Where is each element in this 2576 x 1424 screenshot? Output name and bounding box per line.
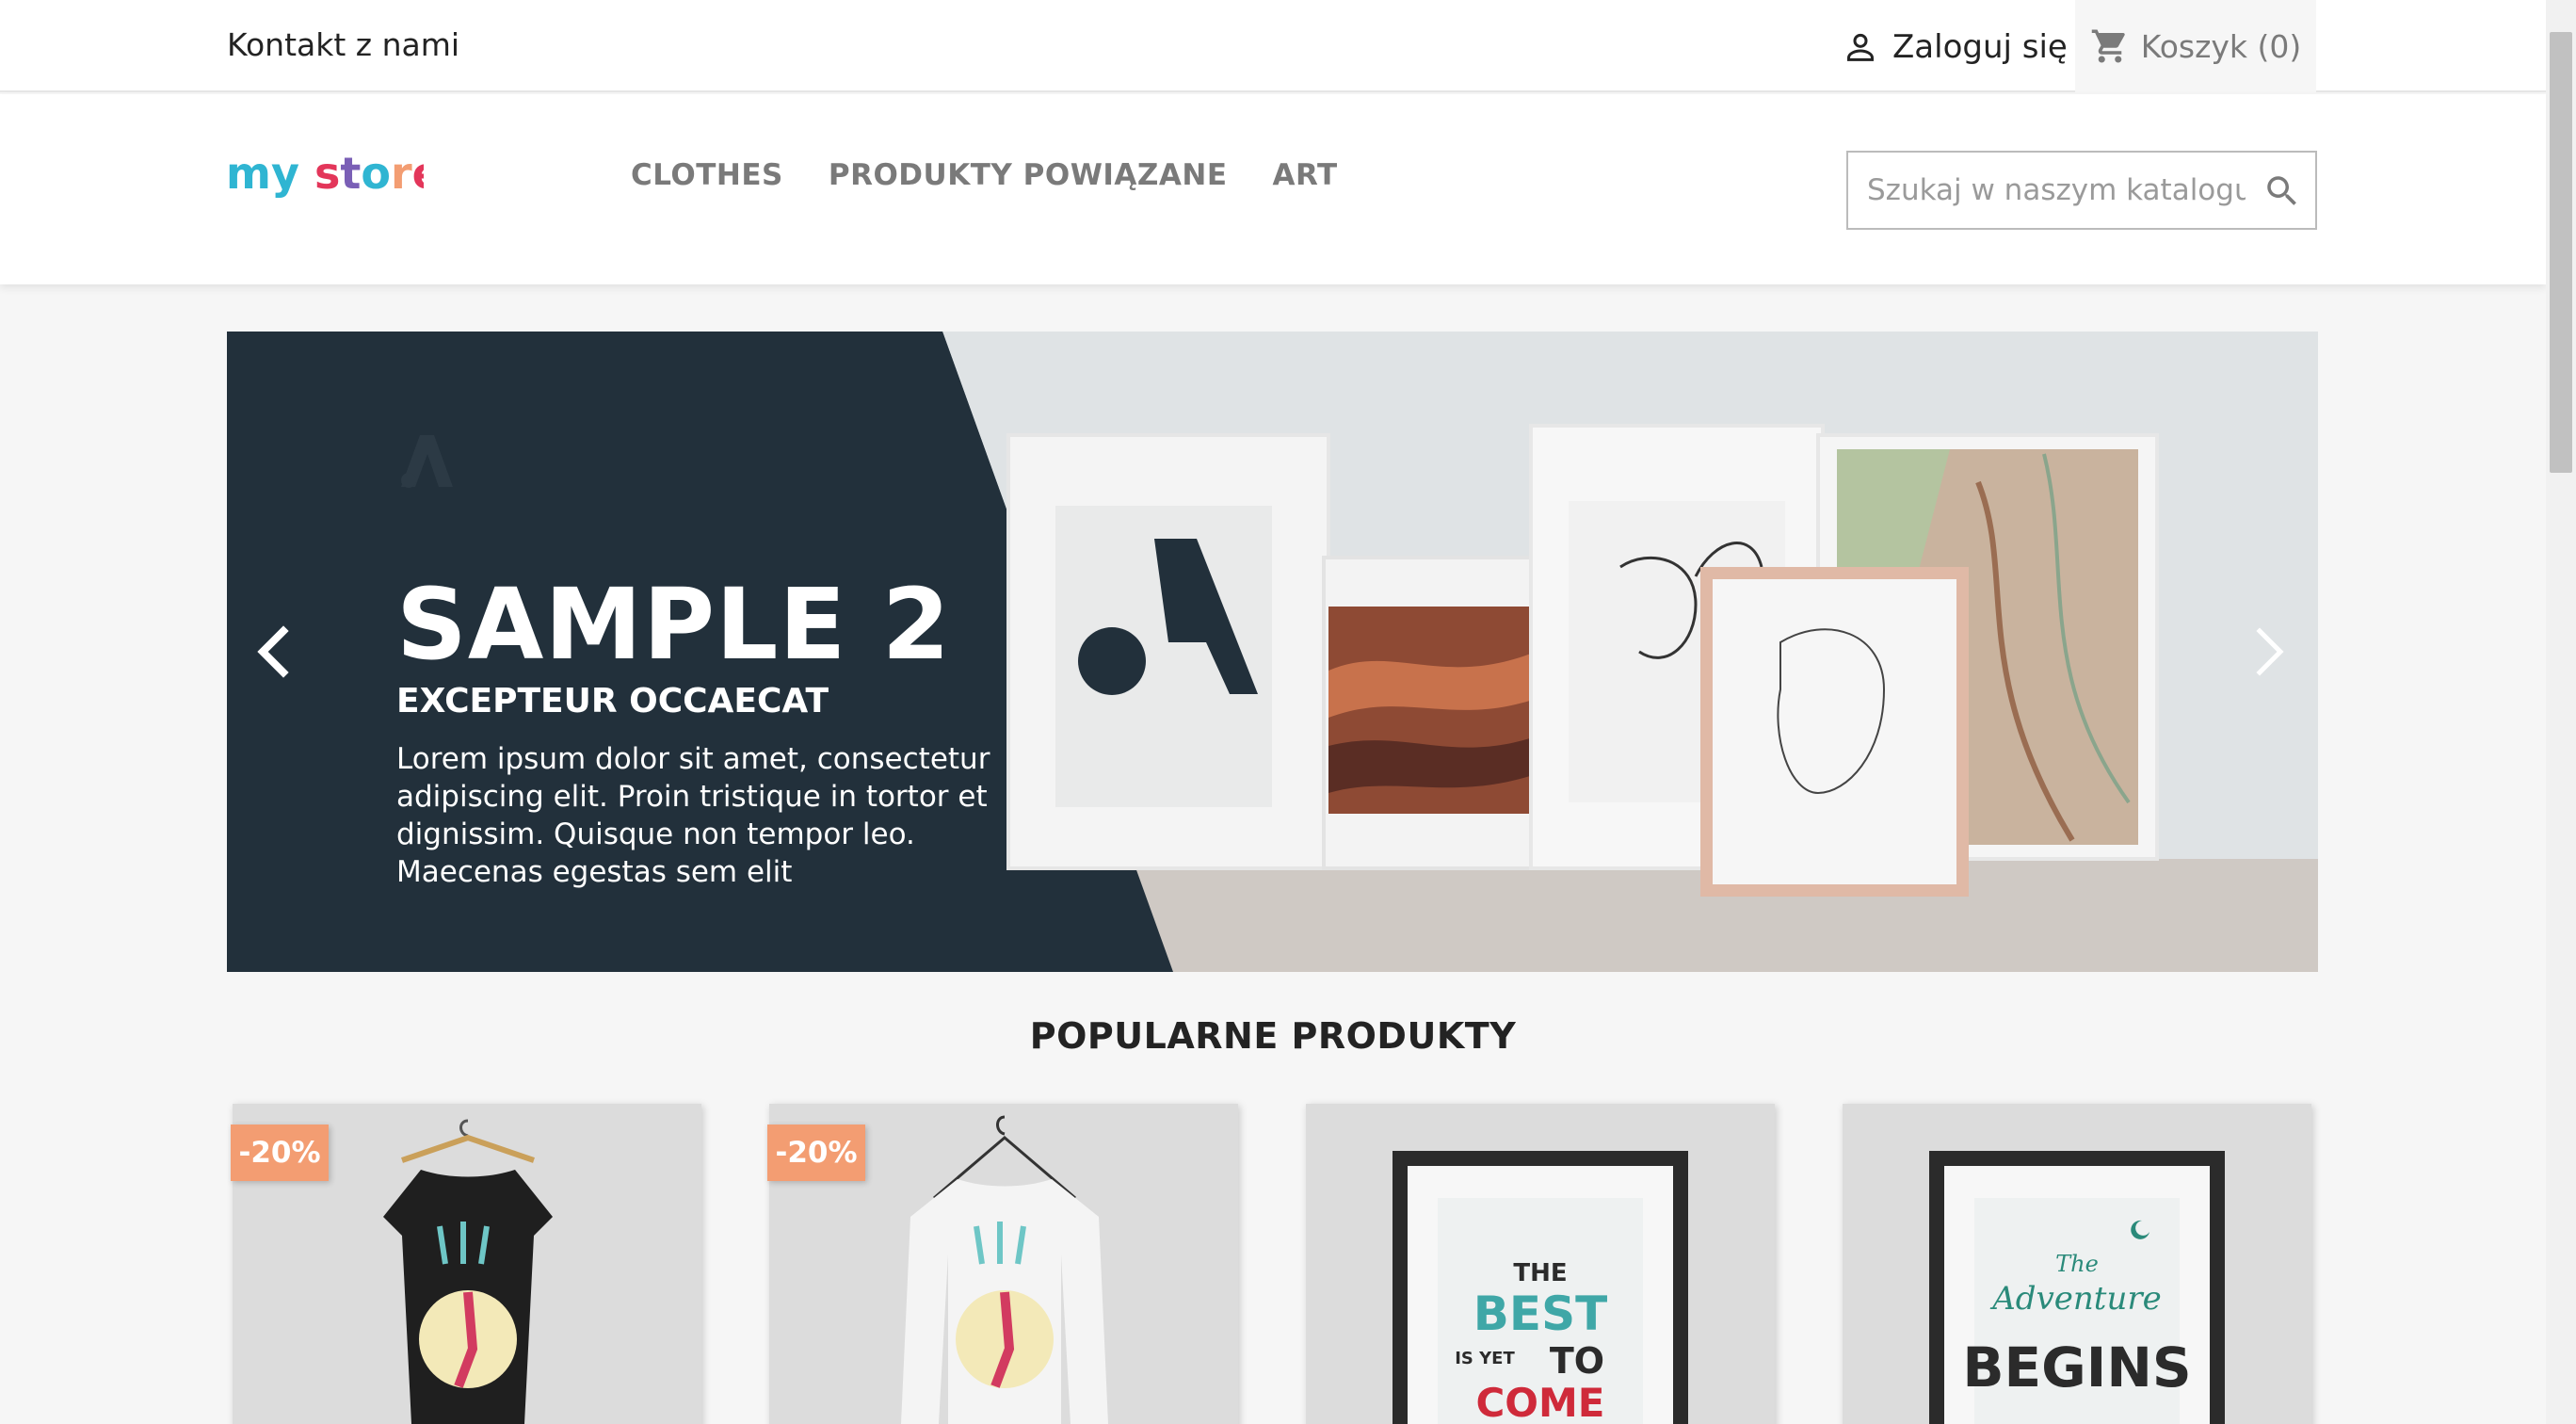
signin-label: Zaloguj się [1892,28,2068,66]
discount-badge: -20% [767,1125,865,1181]
search-box [1846,151,2317,230]
poster-text: BEGINS [1962,1335,2191,1400]
slide-subtitle: EXCEPTEUR OCCAECAT [396,682,829,720]
cart-button[interactable]: Koszyk (0) [2075,0,2316,92]
poster-text: IS YET [1455,1349,1515,1368]
slide-title: SAMPLE 2 [396,567,951,682]
contact-link[interactable]: Kontakt z nami [227,26,459,63]
discount-badge: -20% [231,1125,329,1181]
svg-text:my store: my store [226,148,424,199]
search-input[interactable] [1850,154,2246,226]
section-title: POPULARNE PRODUKTY [1029,1015,1517,1057]
product-image: THE BEST IS YET TO COME [1306,1104,1775,1424]
product-card[interactable]: The Adventure BEGINS [1843,1104,2311,1424]
product-card[interactable]: -20% [231,1104,701,1424]
poster-text: THE [1513,1259,1567,1287]
product-card[interactable]: THE BEST IS YET TO COME [1306,1104,1775,1424]
chevron-left-icon[interactable] [246,614,302,689]
menu-item-related-products[interactable]: PRODUKTY POWIĄZANE [829,158,1228,192]
page-scrollbar[interactable] [2546,0,2576,1424]
menu-item-clothes[interactable]: CLOTHES [631,158,783,192]
cart-icon [2091,29,2125,63]
poster-text: TO [1550,1340,1604,1382]
top-nav: Kontakt z nami Zaloguj się Koszyk (0) [0,0,2546,92]
main-menu: CLOTHES PRODUKTY POWIĄZANE ART [631,158,1338,192]
poster-text: Adventure [1989,1280,2161,1318]
poster-text: BEST [1473,1286,1607,1341]
menu-item-art[interactable]: ART [1273,158,1338,192]
poster-text: COME [1475,1380,1604,1424]
product-card[interactable]: -20% [767,1104,1238,1424]
product-image: The Adventure BEGINS [1843,1104,2311,1424]
store-logo[interactable]: my store [226,143,424,209]
chevron-right-icon[interactable] [2241,614,2297,689]
header: my store CLOTHES PRODUKTY POWIĄZANE ART [0,94,2546,284]
signin-link[interactable]: Zaloguj się [1842,24,2068,70]
home-slider[interactable]: SAMPLE 2 EXCEPTEUR OCCAECAT Lorem ipsum … [227,332,2318,972]
user-icon [1847,33,1874,61]
scrollbar-thumb[interactable] [2550,32,2572,473]
page: Kontakt z nami Zaloguj się Koszyk (0) my… [0,0,2546,1424]
cart-label: Koszyk (0) [2140,27,2302,65]
slide-description: Lorem ipsum dolor sit amet, consectetur … [396,742,990,889]
search-icon[interactable] [2262,171,2302,211]
poster-text: The [2055,1251,2099,1277]
